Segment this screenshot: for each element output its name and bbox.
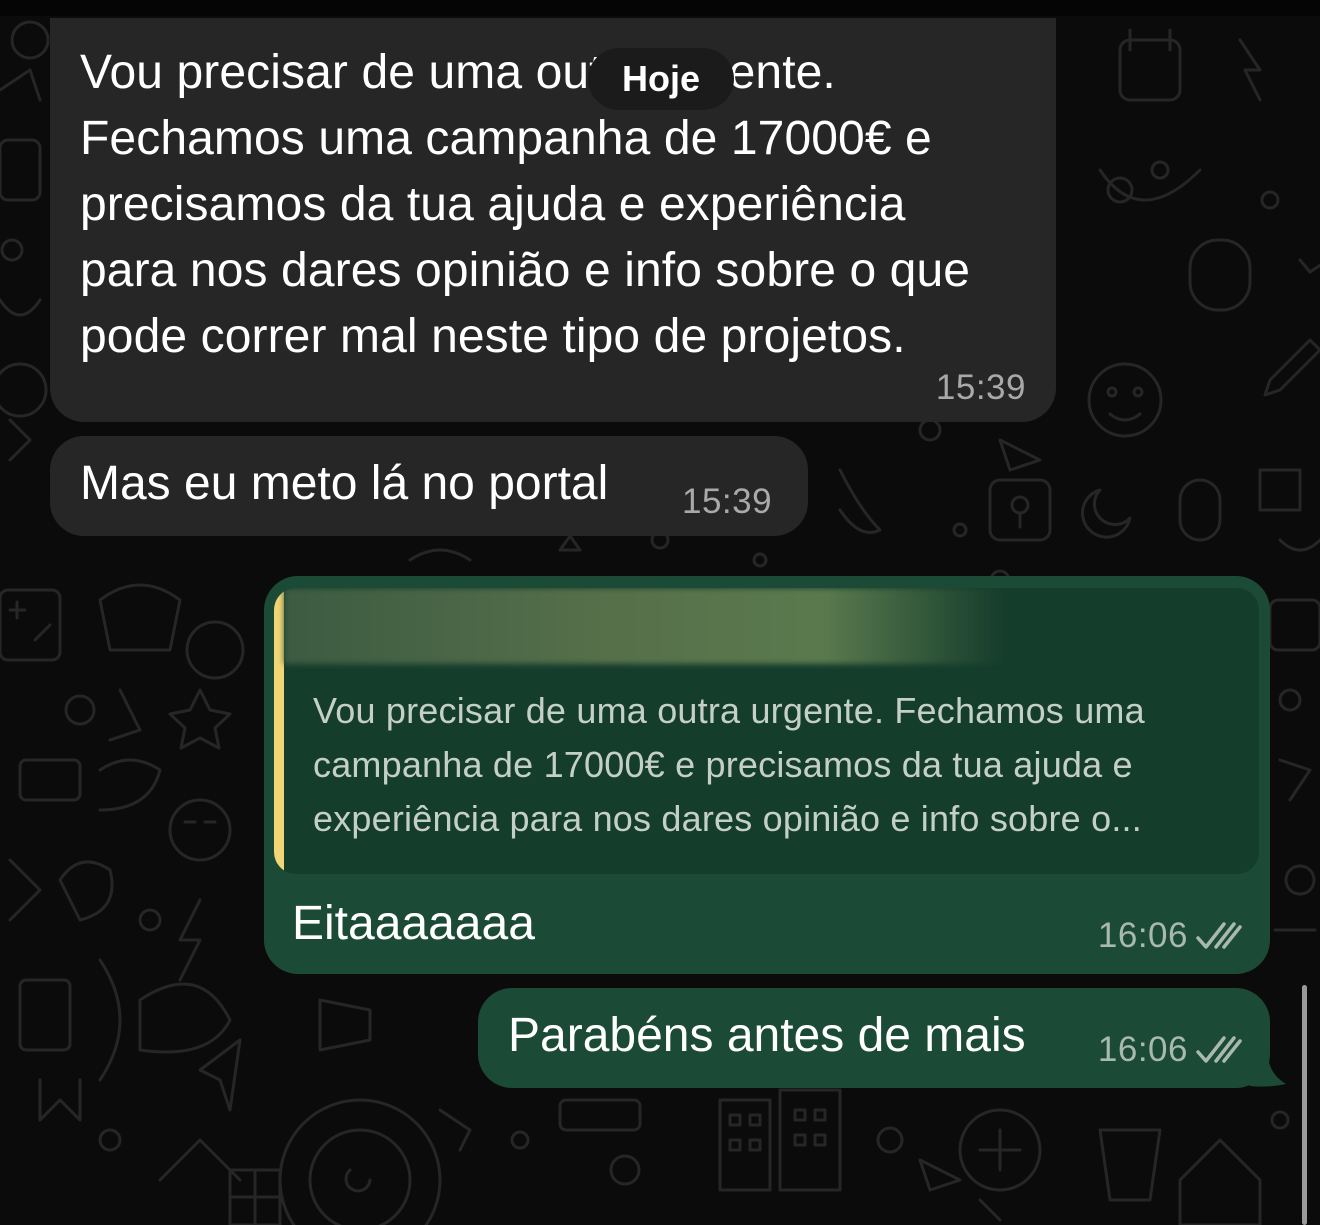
double-check-icon	[1196, 921, 1242, 951]
quoted-line: Vou precisar de uma outra urgente. Fecha…	[313, 690, 1145, 731]
message-text: Eitaaaaaaa	[292, 897, 535, 950]
outgoing-message-bubble[interactable]: Parabéns antes de mais 16:06	[478, 988, 1270, 1088]
quoted-line: campanha de 17000€ e precisamos da tua a…	[313, 744, 1133, 785]
message-line: pode correr mal neste tipo de projetos.	[80, 310, 906, 363]
message-text: Vou precisar de uma outra urgente. Fecha…	[80, 40, 1040, 370]
double-check-icon	[1196, 1035, 1242, 1065]
message-meta: 16:06	[1098, 916, 1242, 956]
scrollbar[interactable]	[1302, 985, 1307, 1225]
chat-area[interactable]: Vou precisar de uma outra urgente. Fecha…	[0, 0, 1320, 1225]
message-line: precisamos da tua ajuda e experiência	[80, 178, 906, 231]
message-line: Vou precisar de uma outra urgente.	[80, 46, 836, 99]
message-text: Mas eu meto lá no portal	[80, 457, 609, 510]
quoted-text: Vou precisar de uma outra urgente. Fecha…	[313, 684, 1248, 846]
bubble-tail	[1250, 1048, 1286, 1087]
top-strip	[0, 0, 1320, 16]
message-line: Fechamos uma campanha de 17000€ e	[80, 112, 932, 165]
message-time: 16:06	[1097, 916, 1188, 955]
message-time: 16:06	[1097, 1030, 1188, 1069]
message-line: para nos dares opinião e info sobre o qu…	[80, 244, 971, 297]
message-text: Parabéns antes de mais	[508, 1009, 1026, 1062]
quoted-sender-name-blurred	[284, 588, 1004, 664]
message-time: 15:39	[682, 482, 773, 521]
message-time: 15:39	[935, 368, 1026, 407]
incoming-message-bubble[interactable]: Vou precisar de uma outra urgente. Fecha…	[50, 18, 1056, 422]
quoted-line: experiência para nos dares opinião e inf…	[313, 798, 1142, 839]
message-meta: 16:06	[1098, 1030, 1242, 1070]
outgoing-message-bubble[interactable]: Vou precisar de uma outra urgente. Fecha…	[264, 576, 1270, 974]
quote-accent-bar	[274, 588, 284, 874]
date-divider-chip: Hoje	[588, 48, 734, 110]
quoted-message[interactable]: Vou precisar de uma outra urgente. Fecha…	[274, 588, 1259, 874]
